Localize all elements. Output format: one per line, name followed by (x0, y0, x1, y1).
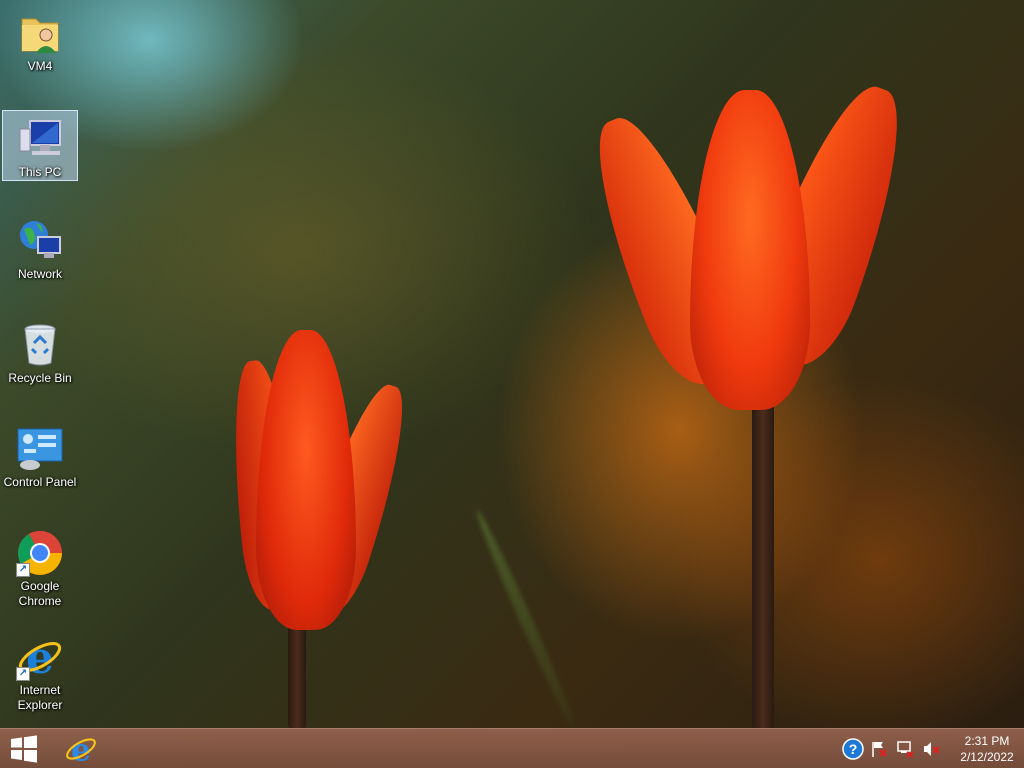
desktop-icon-network[interactable]: Network (2, 212, 78, 283)
clock-date: 2/12/2022 (960, 750, 1014, 764)
wallpaper-grass (471, 507, 581, 733)
taskbar[interactable]: e ? 2:31 PM 2/12/2022 (0, 728, 1024, 768)
desktop-icon-label: Network (17, 267, 62, 281)
clock-time: 2:31 PM (964, 734, 1010, 748)
chrome-icon: ↗ (16, 529, 64, 577)
wallpaper-tulip-right (570, 72, 927, 730)
desktop-icon-control-panel[interactable]: Control Panel (2, 420, 78, 491)
control-panel-icon (16, 425, 64, 473)
ie-icon: e ↗ (16, 633, 64, 684)
desktop-icon-internet-explorer[interactable]: e ↗ Internet Explorer (2, 628, 78, 714)
desktop-icon-vm4[interactable]: VM4 (2, 4, 78, 75)
start-button[interactable] (0, 729, 48, 768)
svg-text:e: e (71, 732, 91, 766)
wallpaper-tulip-left (223, 330, 423, 730)
desktop-icon-google-chrome[interactable]: ↗ Google Chrome (2, 524, 78, 610)
desktop-icon-label: Control Panel (3, 475, 77, 489)
svg-text:?: ? (849, 741, 858, 757)
system-tray: ? 2:31 PM 2/12/2022 (840, 729, 1024, 768)
taskbar-pinned-internet-explorer[interactable]: e (56, 729, 106, 768)
computer-icon (16, 115, 64, 163)
shortcut-arrow-icon: ↗ (16, 667, 30, 681)
desktop-icon-label: VM4 (27, 59, 53, 73)
shortcut-arrow-icon: ↗ (16, 563, 30, 577)
action-center-flag-icon[interactable] (866, 729, 892, 768)
network-tray-icon[interactable] (892, 729, 918, 768)
network-icon (16, 217, 64, 265)
desktop-icon-recycle-bin[interactable]: Recycle Bin (2, 316, 78, 387)
desktop-icon-label: Internet Explorer (17, 683, 63, 712)
desktop-icon-label: Recycle Bin (8, 371, 72, 385)
ie-icon: e (66, 732, 96, 766)
volume-muted-icon[interactable] (918, 729, 944, 768)
svg-text:e: e (26, 633, 54, 681)
user-folder-icon (16, 9, 64, 57)
recycle-bin-icon (16, 321, 64, 369)
windows-logo-icon (11, 735, 37, 763)
desktop[interactable]: VM4 This PC Network Recycle Bin Control … (0, 0, 1024, 733)
desktop-icon-this-pc[interactable]: This PC (2, 110, 78, 181)
taskbar-clock[interactable]: 2:31 PM 2/12/2022 (950, 733, 1024, 765)
desktop-icon-label: Google Chrome (18, 579, 62, 608)
help-icon[interactable]: ? (840, 729, 866, 768)
desktop-icon-label: This PC (18, 165, 62, 179)
